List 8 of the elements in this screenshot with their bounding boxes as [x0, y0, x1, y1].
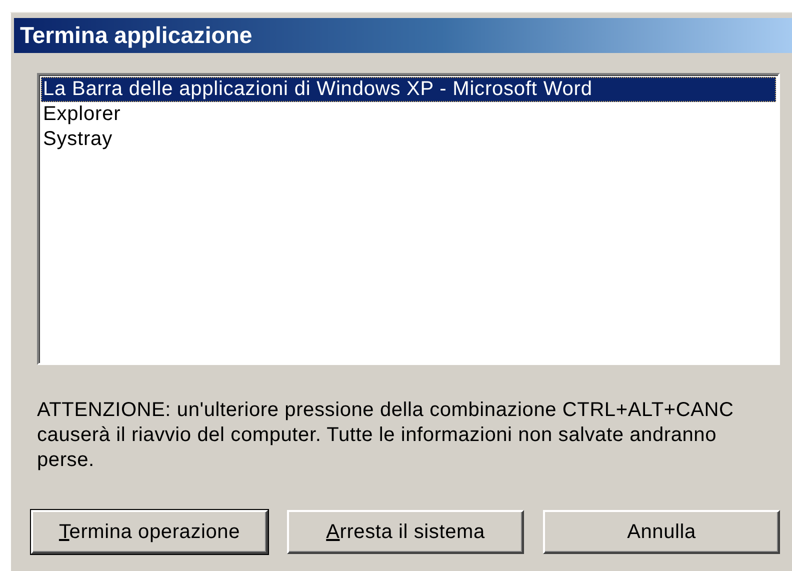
- dialog-button[interactable]: Arresta il sistema: [287, 510, 524, 554]
- task-item[interactable]: Explorer: [41, 102, 776, 127]
- dialog-button[interactable]: Annulla: [543, 510, 780, 554]
- task-item[interactable]: Systray: [41, 127, 776, 152]
- warning-text: ATTENZIONE: un'ulteriore pressione della combinazione CTRL+ALT+CANC causerà il riavvio del computer. Tutte le informazioni non salvate andranno perse.: [37, 398, 735, 473]
- task-item[interactable]: La Barra delle applicazioni di Windows XP - Microsoft Word: [41, 77, 776, 102]
- window-title: Termina applicazione: [14, 18, 792, 53]
- dialog-button[interactable]: Termina operazione: [31, 510, 268, 554]
